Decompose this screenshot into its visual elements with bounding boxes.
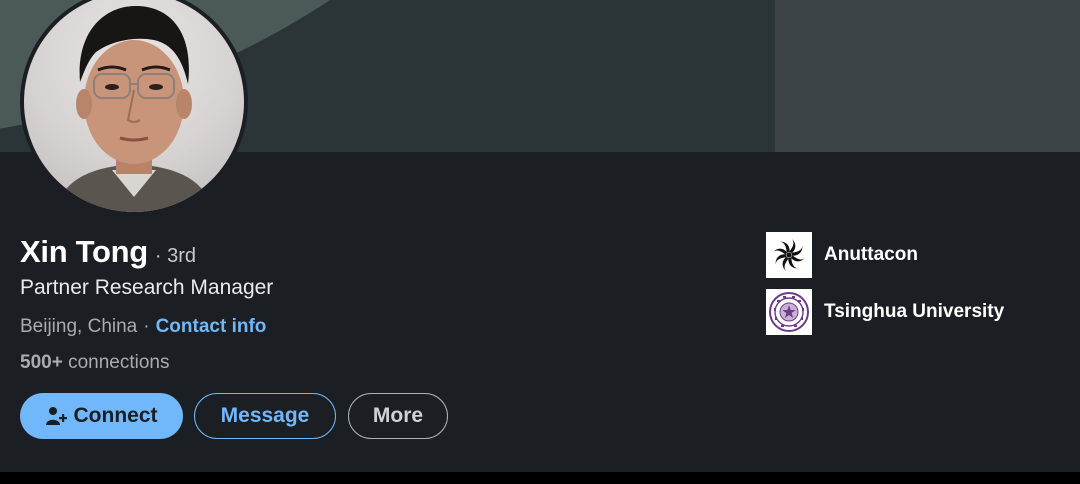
connect-button[interactable]: Connect — [20, 393, 183, 439]
org-name: Tsinghua University — [824, 301, 1005, 322]
profile-headline: Partner Research Manager — [20, 276, 274, 299]
add-person-icon — [45, 407, 67, 425]
connection-degree: · 3rd — [154, 245, 197, 267]
profile-location: Beijing, China — [20, 316, 138, 337]
name-row: Xin Tong · 3rd — [20, 234, 196, 270]
connect-label: Connect — [73, 404, 158, 427]
connections-count[interactable]: 500+ connections — [20, 352, 169, 374]
tsinghua-seal-icon — [766, 289, 812, 335]
more-label: More — [372, 404, 424, 427]
contact-info-link[interactable]: Contact info — [156, 316, 267, 338]
message-label: Message — [220, 404, 310, 427]
org-item-tsinghua[interactable]: Tsinghua University — [766, 289, 1004, 335]
anuttacon-logo-icon — [766, 232, 812, 278]
avatar[interactable] — [20, 0, 248, 216]
connections-label: connections — [68, 352, 170, 373]
message-button[interactable]: Message — [194, 393, 336, 439]
profile-name: Xin Tong — [20, 234, 148, 269]
org-item-anuttacon[interactable]: Anuttacon — [766, 232, 918, 278]
more-button[interactable]: More — [348, 393, 448, 439]
profile-card: Xin Tong · 3rd Partner Research Manager … — [0, 0, 1080, 472]
separator: · — [143, 316, 150, 337]
location-row: Beijing, China · Contact info — [20, 316, 266, 338]
connections-number: 500+ — [20, 352, 63, 373]
org-name: Anuttacon — [824, 244, 918, 265]
profile-photo — [24, 0, 244, 212]
